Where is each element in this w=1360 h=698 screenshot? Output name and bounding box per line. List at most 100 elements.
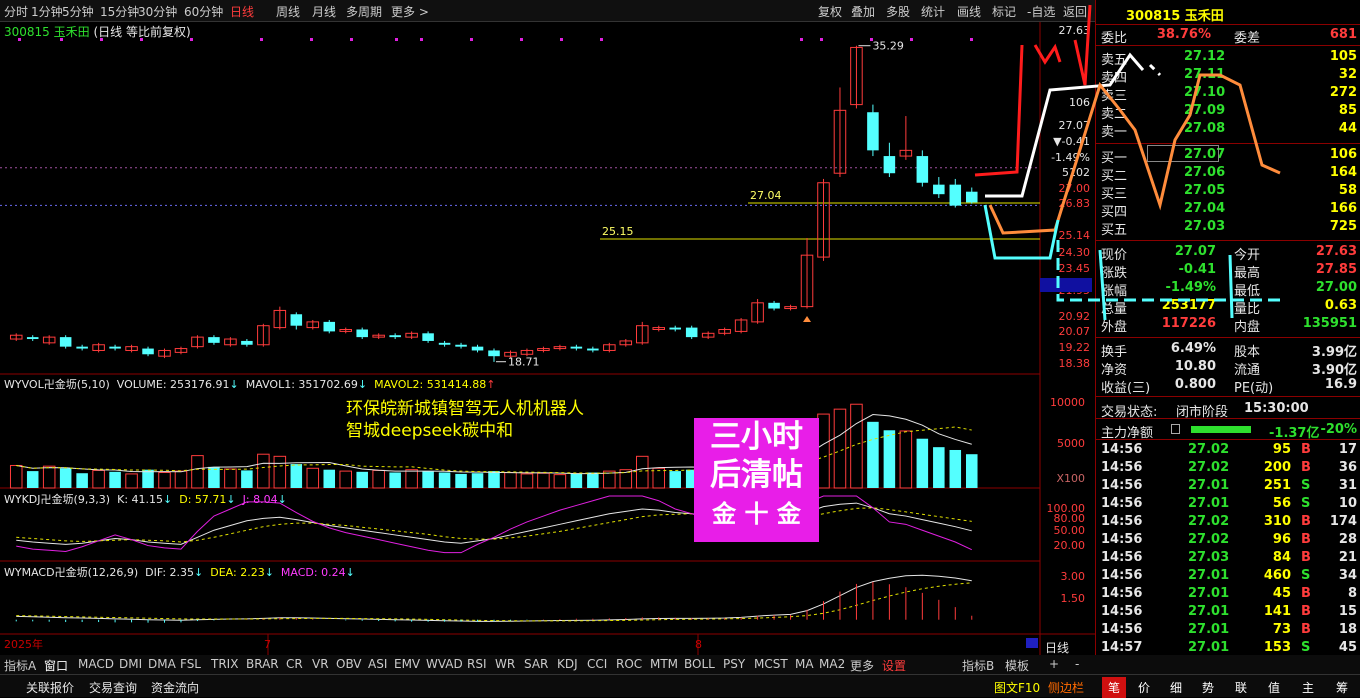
indicator-tab-24[interactable]: MA	[795, 657, 814, 671]
indicator-tab-0[interactable]: 指标A	[4, 657, 36, 674]
indicator-tab-27[interactable]: 设置	[882, 657, 906, 674]
indicator-tab-15[interactable]: WR	[495, 657, 515, 671]
indicator-tab-2[interactable]: MACD	[78, 657, 114, 671]
bottom-link-2[interactable]: 资金流向	[151, 679, 199, 696]
indicator-tab-7[interactable]: BRAR	[246, 657, 279, 671]
bottom-link-1[interactable]: 交易查询	[89, 679, 137, 696]
indicator-tab-14[interactable]: RSI	[467, 657, 487, 671]
period-tab-4[interactable]: 30分钟	[138, 3, 177, 20]
indicator-tab-10[interactable]: OBV	[336, 657, 362, 671]
indicator-tab-1[interactable]: 窗口	[44, 657, 68, 674]
detail-tab-6[interactable]: 主	[1296, 677, 1320, 698]
indicator-tab-26[interactable]: 更多	[850, 657, 874, 674]
detail-tab-7[interactable]: 筹	[1330, 677, 1354, 698]
indicator-tab-5[interactable]: FSL	[180, 657, 201, 671]
macd-axis-label: 1.50	[1061, 592, 1086, 605]
indicator-tab-21[interactable]: BOLL	[684, 657, 715, 671]
toolbar-btn-1[interactable]: 叠加	[851, 3, 875, 20]
period-tab-1[interactable]: 1分钟	[31, 3, 63, 20]
kline-chart[interactable]: 27.04 25.15 35.29 18.71 27.63 106 27.07 ▼-0.41 -…	[0, 22, 1095, 655]
price-axis-label: 5102	[1062, 166, 1090, 179]
level-label-1: 27.04	[750, 189, 782, 202]
indicator-tab-22[interactable]: PSY	[723, 657, 745, 671]
period-tab-10[interactable]: 更多 >	[391, 3, 429, 20]
period-tag[interactable]: 日线	[1045, 639, 1085, 656]
volume-bar	[257, 453, 270, 489]
bottom-right-0[interactable]: 图文F10	[994, 679, 1040, 696]
volume-bar	[471, 473, 484, 488]
sell-vol: 44	[1338, 121, 1357, 136]
period-tab-5[interactable]: 60分钟	[184, 3, 223, 20]
candle-body	[883, 156, 896, 174]
indicator-tab-25[interactable]: MA2	[819, 657, 845, 671]
toolbar-btn-5[interactable]: 标记	[992, 3, 1016, 20]
toolbar-btn-2[interactable]: 多股	[886, 3, 910, 20]
indicator-tab-18[interactable]: CCI	[587, 657, 607, 671]
toolbar-btn-3[interactable]: 统计	[921, 3, 945, 20]
tick-price: 27.02	[1188, 514, 1230, 529]
scroll-handle[interactable]	[1026, 638, 1038, 648]
bottom-link-0[interactable]: 关联报价	[26, 679, 74, 696]
indicator-tab-17[interactable]: KDJ	[557, 657, 578, 671]
quote-value: 27.85	[1315, 262, 1357, 277]
indicator-tab-23[interactable]: MCST	[754, 657, 788, 671]
period-tab-2[interactable]: 5分钟	[62, 3, 94, 20]
toolbar-btn-4[interactable]: 画线	[957, 3, 981, 20]
kdj-d-value: D: 57.71	[179, 493, 227, 506]
macd-indicator-name[interactable]: WYMACD卍金坜(12,26,9)	[4, 566, 138, 579]
indicator-right-2[interactable]: +	[1049, 657, 1059, 671]
stamp-line-3: 金 十 金	[712, 500, 801, 528]
price-axis-label: 25.14	[1059, 229, 1091, 242]
indicator-tab-20[interactable]: MTM	[650, 657, 678, 671]
detail-tab-2[interactable]: 细	[1164, 677, 1188, 698]
bottom-right-1[interactable]: 侧边栏	[1048, 679, 1084, 696]
indicator-tab-3[interactable]: DMI	[119, 657, 142, 671]
indicator-tab-13[interactable]: WVAD	[426, 657, 463, 671]
level-label-2: 25.15	[602, 225, 634, 238]
volume-bar	[520, 473, 534, 489]
price-axis-label: 18.38	[1059, 357, 1091, 370]
signal-dot	[310, 38, 313, 41]
toolbar-btn-0[interactable]: 复权	[818, 3, 842, 20]
detail-tab-4[interactable]: 联	[1229, 677, 1253, 698]
tick-volume: 84	[1272, 550, 1291, 565]
candle-body	[587, 348, 599, 351]
volume-bar	[405, 469, 418, 489]
kdj-indicator-name[interactable]: WYKDJ卍金坜(9,3,3)	[4, 493, 110, 506]
period-tab-6[interactable]: 日线	[230, 3, 254, 20]
indicator-right-3[interactable]: -	[1075, 657, 1079, 671]
mavol2-value: MAVOL2: 531414.88	[374, 378, 487, 391]
indicator-tab-19[interactable]: ROC	[616, 657, 642, 671]
indicator-tab-9[interactable]: VR	[312, 657, 329, 671]
toolbar-btn-7[interactable]: 返回	[1063, 3, 1087, 20]
indicator-right-0[interactable]: 指标B	[962, 657, 994, 674]
overlay-note: 环保皖新城镇智驾无人机机器人 智城deepseek碳中和	[346, 398, 584, 442]
indicator-tab-16[interactable]: SAR	[524, 657, 548, 671]
indicator-tab-8[interactable]: CR	[286, 657, 303, 671]
indicator-tab-11[interactable]: ASI	[368, 657, 387, 671]
tick-count: 17	[1338, 442, 1357, 457]
indicator-tab-4[interactable]: DMA	[148, 657, 176, 671]
period-tab-8[interactable]: 月线	[312, 3, 336, 20]
period-tab-3[interactable]: 15分钟	[100, 3, 139, 20]
period-tab-0[interactable]: 分时	[4, 3, 28, 20]
detail-tab-1[interactable]: 价	[1132, 677, 1156, 698]
tick-count: 8	[1347, 586, 1357, 601]
period-tab-9[interactable]: 多周期	[346, 3, 382, 20]
list-icon[interactable]	[1171, 424, 1180, 434]
stat-value: 6.49%	[1170, 341, 1216, 356]
indicator-tab-12[interactable]: EMV	[394, 657, 420, 671]
overlay-line-1: 环保皖新城镇智驾无人机机器人	[346, 399, 584, 419]
toolbar-btn-6[interactable]: -自选	[1027, 3, 1055, 20]
detail-tab-3[interactable]: 势	[1196, 677, 1220, 698]
period-tab-7[interactable]: 周线	[276, 3, 300, 20]
tick-price: 27.01	[1188, 478, 1230, 493]
stat-row-1: 净资 10.80 流通 3.90亿	[1096, 358, 1360, 378]
chart-stock-name: 300815 玉禾田	[4, 25, 90, 39]
detail-tab-5[interactable]: 值	[1262, 677, 1286, 698]
tick-count: 36	[1338, 460, 1357, 475]
volume-indicator-name[interactable]: WYVOL卍金坜(5,10)	[4, 378, 110, 391]
indicator-tab-6[interactable]: TRIX	[211, 657, 238, 671]
indicator-right-1[interactable]: 模板	[1005, 657, 1029, 674]
detail-tab-0[interactable]: 笔	[1102, 677, 1127, 698]
